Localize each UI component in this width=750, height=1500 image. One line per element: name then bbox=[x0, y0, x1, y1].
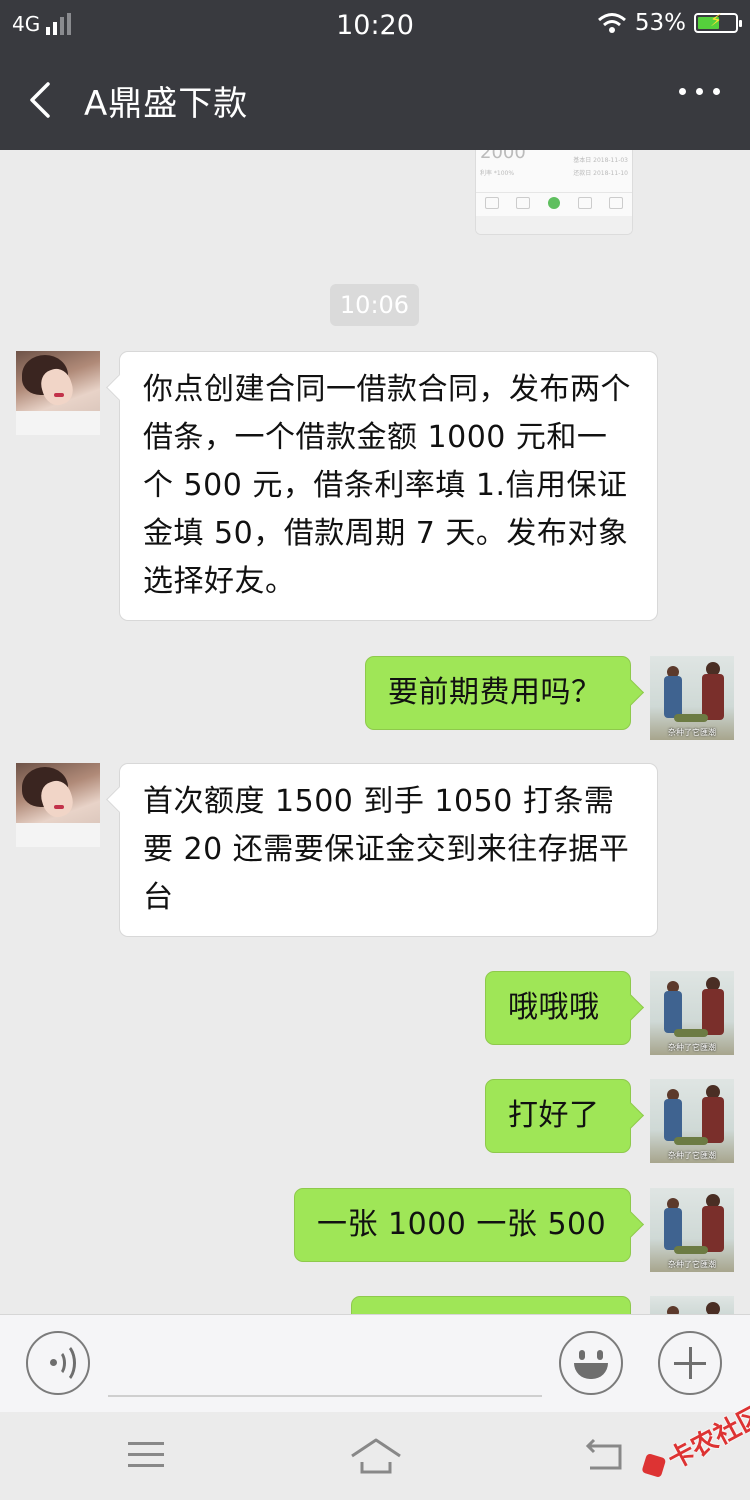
contact-avatar[interactable] bbox=[16, 351, 100, 435]
sent-message-bubble[interactable]: 打好了 bbox=[485, 1079, 631, 1153]
plus-icon[interactable] bbox=[658, 1331, 722, 1395]
received-message-bubble[interactable]: 首次额度 1500 到手 1050 打条需要 20 还需要保证金交到来往存据平台 bbox=[119, 763, 658, 937]
avatar-caption: 杂种了它匯潮 bbox=[668, 1043, 716, 1052]
message-input[interactable] bbox=[108, 1395, 542, 1397]
preview-number: 2000 bbox=[480, 150, 526, 163]
more-options-icon[interactable] bbox=[679, 88, 720, 95]
avatar-caption: 杂种了它匯潮 bbox=[668, 1151, 716, 1160]
my-avatar[interactable]: 杂种了它匯潮 bbox=[650, 971, 734, 1055]
emoji-icon[interactable] bbox=[559, 1331, 623, 1395]
avatar-caption: 杂种了它匯潮 bbox=[668, 1260, 716, 1269]
sent-message-bubble[interactable]: 一张 1000 一张 500 bbox=[294, 1188, 631, 1262]
preview-tabbar bbox=[476, 192, 632, 215]
sent-message-bubble[interactable]: 哦哦哦 bbox=[485, 971, 631, 1045]
preview-row1: 基本日 2018-11-03 bbox=[573, 157, 628, 164]
preview-row2-left: 利率 *100% bbox=[480, 170, 515, 177]
battery-percent: 53% bbox=[634, 10, 686, 36]
status-bar: 4G 10:20 53% ⚡ bbox=[0, 0, 750, 52]
input-bar bbox=[0, 1314, 750, 1413]
my-avatar[interactable]: 杂种了它匯潮 bbox=[650, 656, 734, 740]
message-text: 一张 1000 一张 500 bbox=[317, 1207, 607, 1242]
home-icon[interactable] bbox=[350, 1434, 402, 1478]
image-message-preview[interactable]: 2000 基本日 2018-11-03 利率 *100% 还款日 2018-11… bbox=[475, 150, 633, 235]
back-nav-icon[interactable] bbox=[584, 1438, 624, 1474]
message-text: 打好了 bbox=[508, 1098, 600, 1133]
preview-navbar bbox=[476, 216, 632, 234]
received-message-bubble[interactable]: 你点创建合同一借款合同，发布两个借条，一个借款金额 1000 元和一个 500 … bbox=[119, 351, 658, 621]
battery-icon: ⚡ bbox=[694, 11, 742, 33]
watermark-logo-icon bbox=[641, 1452, 667, 1478]
message-text: 哦哦哦 bbox=[508, 990, 600, 1025]
menu-icon[interactable] bbox=[128, 1442, 164, 1468]
wifi-icon bbox=[597, 13, 626, 33]
message-timestamp: 10:06 bbox=[330, 284, 419, 326]
chat-header: A鼎盛下款 bbox=[0, 52, 750, 150]
avatar-caption: 杂种了它匯潮 bbox=[668, 728, 716, 737]
message-text: 你点创建合同一借款合同，发布两个借条，一个借款金额 1000 元和一个 500 … bbox=[143, 372, 631, 599]
message-text: 首次额度 1500 到手 1050 打条需要 20 还需要保证金交到来往存据平台 bbox=[143, 784, 630, 915]
back-arrow-icon[interactable] bbox=[24, 80, 60, 120]
voice-icon[interactable] bbox=[26, 1331, 90, 1395]
status-icons: 53% ⚡ bbox=[597, 10, 742, 36]
my-avatar[interactable]: 杂种了它匯潮 bbox=[650, 1079, 734, 1163]
sent-message-bubble[interactable]: 要前期费用吗？ bbox=[365, 656, 631, 730]
chat-title: A鼎盛下款 bbox=[84, 84, 249, 124]
message-text: 要前期费用吗？ bbox=[388, 675, 602, 710]
preview-row2-right: 还款日 2018-11-10 bbox=[573, 170, 628, 177]
my-avatar[interactable]: 杂种了它匯潮 bbox=[650, 1188, 734, 1272]
contact-avatar[interactable] bbox=[16, 763, 100, 847]
